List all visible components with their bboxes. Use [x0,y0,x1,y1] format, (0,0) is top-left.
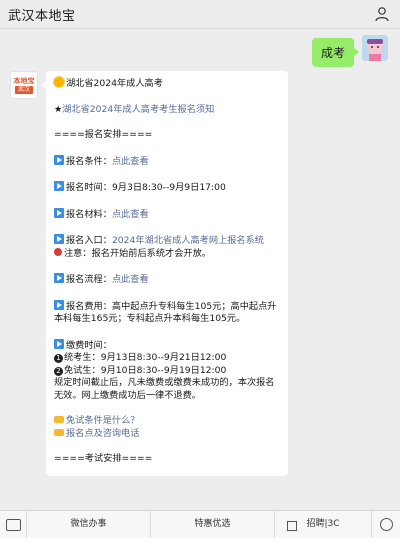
payment-text-1: 统考生：9月13日8:30--9月21日12:00 [64,352,227,363]
pointing-hand-icon [54,428,64,436]
chat-area[interactable]: 成考 本地宝 武汉 湖北省2024年成人高考 ★湖北省2024年成人高考考生报名… [0,29,400,510]
faq-line-2: 报名点及咨询电话 [54,428,280,441]
fee-text: 报名费用：高中起点升专科每生105元；高中起点升本科每生165元；专科起点升本科… [54,300,277,325]
time-label: 报名时间： [66,182,112,193]
pin-icon [54,247,62,256]
menu-item-jobs[interactable]: 招聘|3C [274,511,371,538]
play-icon [54,207,64,218]
materials-line: 报名材料：点此查看 [54,207,280,222]
menu-item-jobs-label: 招聘|3C [306,519,340,529]
notice-link[interactable]: 湖北省2024年成人高考考生报名须知 [62,104,214,115]
play-icon [54,234,64,244]
incoming-bubble: 湖北省2024年成人高考 ★湖北省2024年成人高考考生报名须知 ====报名安… [41,71,288,476]
user-avatar[interactable] [362,35,388,61]
fee-line: 报名费用：高中起点升专科每生105元；高中起点升本科每生165元；专科起点升本科… [54,299,280,326]
payment-text-2: 免试生：9月10日8:30--9月19日12:00 [64,364,227,376]
faq-link-1[interactable]: 免试条件是什么？ [66,415,140,426]
process-link[interactable]: 点此查看 [112,274,149,285]
faq-line-1: 免试条件是什么？ [54,415,280,428]
materials-label: 报名材料： [66,208,112,220]
bot-avatar-city: 武汉 [14,85,33,94]
keyboard-icon[interactable] [0,511,26,538]
note-text: 注意：报名开始前后系统才会开放。 [64,247,211,259]
conditions-line: 报名条件：点此查看 [54,154,280,169]
payment-line-1: 1 统考生：9月13日8:30--9月21日12:00 [54,352,280,365]
number-one-icon: 1 [54,354,63,363]
emoji-icon[interactable] [371,511,400,538]
section-heading-registration: ====报名安排==== [54,129,153,140]
grid-icon [287,521,297,531]
bot-avatar[interactable]: 本地宝 武汉 [10,71,38,99]
sun-icon [54,77,64,87]
chat-title: 武汉本地宝 [8,9,76,24]
outgoing-bubble: 成考 [311,38,360,67]
conditions-link[interactable]: 点此查看 [112,156,149,167]
section-heading-exam: ====考试安排==== [54,453,153,464]
user-icon[interactable] [374,6,390,22]
top-bar: 武汉本地宝 [0,0,400,29]
menu-item-deals[interactable]: 特惠优选 [150,511,274,538]
entry-label: 报名入口： [66,235,112,246]
process-line: 报名流程：点此查看 [54,273,280,287]
process-label: 报名流程： [66,274,112,285]
play-icon [54,154,64,165]
message-title: 湖北省2024年成人高考 [66,78,163,89]
number-two-icon: 2 [54,366,63,376]
conditions-label: 报名条件： [66,155,112,167]
bot-avatar-logo: 本地宝 [13,76,35,85]
message-title-line: 湖北省2024年成人高考 [54,77,280,91]
incoming-message: 本地宝 武汉 湖北省2024年成人高考 ★湖北省2024年成人高考考生报名须知 … [10,71,288,476]
outgoing-message: 成考 [311,35,388,67]
pointing-hand-icon [54,416,64,423]
materials-link[interactable]: 点此查看 [112,209,149,220]
play-icon [54,299,64,310]
bottom-menu-bar: 微信办事 特惠优选 招聘|3C [0,510,400,538]
notice-line: ★湖北省2024年成人高考考生报名须知 [54,103,215,115]
time-value: 9月3日8:30--9月9日17:00 [111,182,226,193]
entry-link[interactable]: 2024年湖北省成人高考网上报名系统 [112,235,264,246]
payment-line-2: 2 免试生：9月10日8:30--9月19日12:00 [54,365,280,378]
user-avatar-image [362,35,388,61]
menu-item-wechat-services[interactable]: 微信办事 [26,511,150,538]
payment-title-line: 缴费时间： [54,338,280,353]
payment-note: 规定时间截止后，凡未缴费或缴费未成功的，本次报名无效。网上缴费成功后一律不退费。 [54,377,275,401]
faq-link-2[interactable]: 报名点及咨询电话 [66,428,140,439]
note-line: 注意：报名开始前后系统才会开放。 [54,247,280,261]
play-icon [54,181,64,191]
play-icon [54,273,64,283]
time-line: 报名时间：9月3日8:30--9月9日17:00 [54,181,280,195]
payment-title: 缴费时间： [66,339,112,351]
play-icon [54,338,64,349]
entry-line: 报名入口：2024年湖北省成人高考网上报名系统 [54,234,280,248]
